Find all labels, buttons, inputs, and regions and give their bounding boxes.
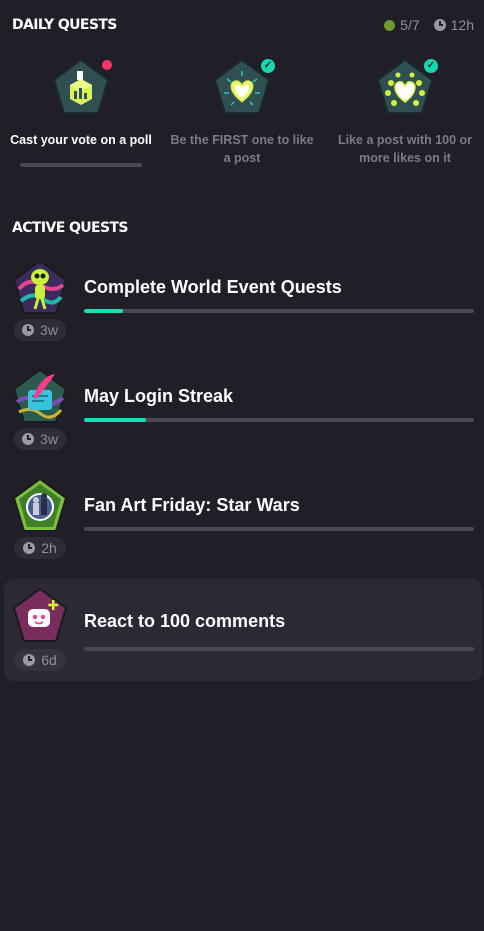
quest-title: May Login Streak (84, 386, 234, 406)
comment-reaction-icon (12, 587, 68, 642)
time-remaining-text: 12h (450, 17, 474, 33)
quest-time-remaining: 3w (14, 428, 66, 450)
quest-time-text: 2h (41, 540, 57, 556)
daily-quest-label: Like a post with 100 or more likes on it (337, 133, 473, 165)
globe-icon (384, 19, 396, 31)
clock-icon (22, 324, 35, 336)
quest-title: Complete World Event Quests (84, 277, 342, 297)
clock-icon (23, 654, 36, 666)
quest-time-text: 6d (41, 652, 57, 668)
daily-quest-label: Be the FIRST one to like a post (170, 133, 314, 165)
daily-quest-like-popular[interactable]: ✓ Like a post with 100 or more likes on … (330, 57, 480, 167)
quest-time-remaining: 2h (14, 537, 66, 559)
active-quest-world-event[interactable]: 3w Complete World Event Quests (4, 255, 482, 357)
alien-character-icon (12, 259, 68, 314)
completed-check-icon: ✓ (422, 57, 440, 75)
daily-quest-vote-poll[interactable]: Cast your vote on a poll (6, 57, 156, 167)
quest-progress-bar (84, 309, 474, 313)
quill-scroll-icon (12, 368, 68, 423)
star-wars-art-icon (12, 477, 68, 532)
daily-quests-title: DAILY QUESTS (12, 17, 117, 33)
completed-count: 5/7 (384, 17, 420, 33)
quest-time-text: 3w (40, 322, 58, 338)
notification-dot (100, 58, 114, 72)
active-quests-title: ACTIVE QUESTS (12, 220, 128, 236)
time-remaining: 12h (433, 17, 474, 33)
completed-check-icon: ✓ (259, 57, 277, 75)
quest-title: Fan Art Friday: Star Wars (84, 495, 300, 515)
quest-progress-fill (84, 418, 147, 422)
quest-progress-bar (84, 647, 474, 651)
daily-quest-progress (20, 163, 142, 167)
quest-time-remaining: 3w (14, 319, 66, 341)
active-quest-login-streak[interactable]: 3w May Login Streak (4, 364, 482, 466)
daily-quest-first-like[interactable]: ✓ Be the FIRST one to like a post (167, 57, 317, 167)
quest-title: React to 100 comments (84, 611, 286, 631)
quest-time-text: 3w (40, 431, 58, 447)
daily-quests-meta: 5/7 12h (384, 17, 474, 33)
completed-count-text: 5/7 (400, 17, 420, 33)
quest-progress-bar (84, 418, 474, 422)
daily-quest-label: Cast your vote on a poll (10, 133, 152, 147)
active-quest-react-comments[interactable]: 6d React to 100 comments (4, 579, 482, 681)
quest-progress-fill (84, 309, 123, 313)
active-quest-fan-art[interactable]: 2h Fan Art Friday: Star Wars (4, 473, 482, 575)
quest-time-remaining: 6d (14, 649, 66, 671)
clock-icon (23, 542, 36, 554)
quest-progress-bar (84, 527, 474, 531)
clock-icon (22, 433, 35, 445)
clock-icon (433, 19, 446, 31)
